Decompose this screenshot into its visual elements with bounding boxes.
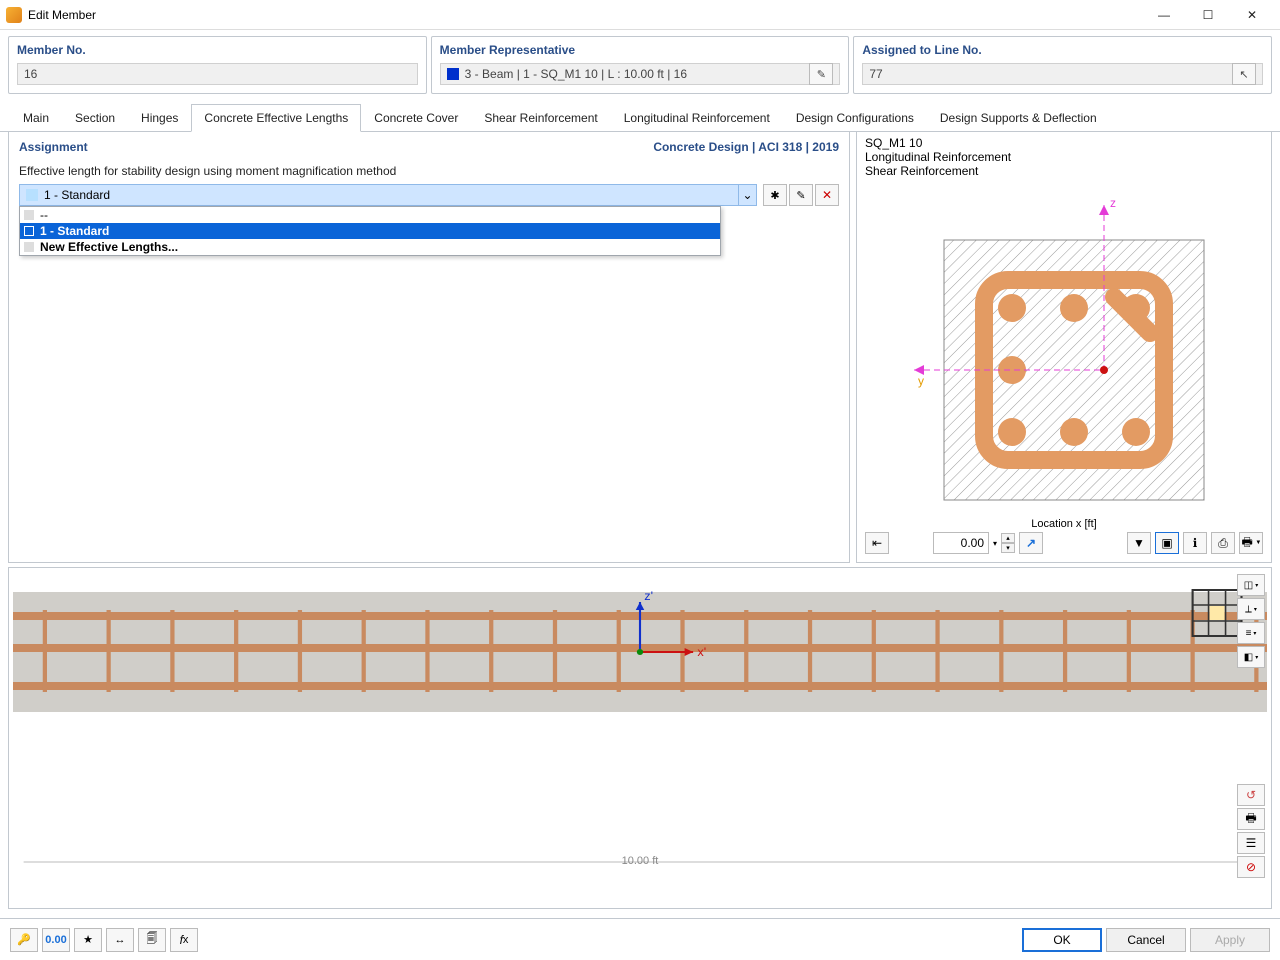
- member-no-label: Member No.: [17, 43, 418, 57]
- svg-text:x': x': [697, 645, 706, 659]
- combo-chevron-icon[interactable]: ⌄: [739, 184, 757, 206]
- print-view-button[interactable]: 🖶: [1237, 808, 1265, 830]
- reset-view-button[interactable]: ↺: [1237, 784, 1265, 806]
- tab-main[interactable]: Main: [10, 104, 62, 132]
- dropdown-item-none[interactable]: --: [20, 207, 720, 223]
- window-title: Edit Member: [28, 8, 1142, 22]
- clear-view-button[interactable]: ⊘: [1237, 856, 1265, 878]
- axis-y-label: y: [918, 374, 924, 388]
- dialog-footer: 🔑 0.00 ★ ↔ 🗐 fx OK Cancel Apply: [0, 918, 1280, 960]
- list-view-button[interactable]: ☰: [1237, 832, 1265, 854]
- section-name: SQ_M1 10: [865, 136, 1263, 150]
- tab-design-configurations[interactable]: Design Configurations: [783, 104, 927, 132]
- dropdown-item-standard[interactable]: 1 - Standard: [20, 223, 720, 239]
- combo-swatch: [26, 189, 38, 201]
- member-no-field[interactable]: 16: [17, 63, 418, 85]
- svg-text:z': z': [644, 589, 653, 603]
- new-item-button[interactable]: ✱: [763, 184, 787, 206]
- assigned-line-field[interactable]: 77 ↖: [862, 63, 1263, 85]
- close-button[interactable]: ✕: [1230, 1, 1274, 29]
- tab-design-supports-deflection[interactable]: Design Supports & Deflection: [927, 104, 1110, 132]
- tab-strip: Main Section Hinges Concrete Effective L…: [0, 96, 1280, 132]
- cross-section-view[interactable]: z y: [857, 182, 1271, 518]
- view-layers-button[interactable]: ≡: [1237, 622, 1265, 644]
- filter-icon[interactable]: ▼: [1127, 532, 1151, 554]
- export-icon[interactable]: ⎙: [1211, 532, 1235, 554]
- section-preview-pane: SQ_M1 10 Longitudinal Reinforcement Shea…: [856, 132, 1272, 563]
- app-icon: [6, 7, 22, 23]
- highlight-icon[interactable]: ▣: [1155, 532, 1179, 554]
- view-axis-button[interactable]: ⟂: [1237, 598, 1265, 620]
- rep-color-swatch: [447, 68, 459, 80]
- view-cube-button[interactable]: ◫: [1237, 574, 1265, 596]
- pick-line-button[interactable]: ↖: [1232, 63, 1256, 85]
- location-label: Location x [ft]: [857, 518, 1271, 530]
- tab-shear-reinforcement[interactable]: Shear Reinforcement: [471, 104, 610, 132]
- function-button[interactable]: fx: [170, 928, 198, 952]
- member-rep-panel: Member Representative 3 - Beam | 1 - SQ_…: [431, 36, 850, 94]
- help-button[interactable]: 🔑: [10, 928, 38, 952]
- tab-concrete-effective-lengths[interactable]: Concrete Effective Lengths: [191, 104, 361, 132]
- view-render-button[interactable]: ◧: [1237, 646, 1265, 668]
- minimize-button[interactable]: —: [1142, 1, 1186, 29]
- assignment-heading: Assignment: [19, 140, 88, 154]
- beam-view[interactable]: x' z': [13, 572, 1267, 872]
- effective-length-dropdown[interactable]: -- 1 - Standard New Effective Lengths...: [19, 206, 721, 256]
- assigned-line-label: Assigned to Line No.: [862, 43, 1263, 57]
- member-rep-label: Member Representative: [440, 43, 841, 57]
- ok-button[interactable]: OK: [1022, 928, 1102, 952]
- location-spinner[interactable]: ▴▾: [1001, 533, 1015, 553]
- axis-z-label: z: [1110, 196, 1116, 210]
- nav-button[interactable]: ↔: [106, 928, 134, 952]
- effective-length-combo[interactable]: 1 - Standard ⌄ ✱ ✎ ✕: [19, 184, 839, 206]
- favorite-button[interactable]: ★: [74, 928, 102, 952]
- rep-edit-button[interactable]: ✎: [809, 63, 833, 85]
- tab-concrete-cover[interactable]: Concrete Cover: [361, 104, 471, 132]
- dropdown-item-new[interactable]: New Effective Lengths...: [20, 239, 720, 255]
- design-standard-link[interactable]: Concrete Design | ACI 318 | 2019: [653, 140, 839, 154]
- beam-preview-panel: x' z' 10.00 ft ◫ ⟂ ≡ ◧ ↺ 🖶 ☰ ⊘: [8, 567, 1272, 909]
- tab-hinges[interactable]: Hinges: [128, 104, 191, 132]
- beam-length-label: 10.00 ft: [9, 855, 1271, 867]
- apply-button[interactable]: Apply: [1190, 928, 1270, 952]
- location-input[interactable]: [933, 532, 989, 554]
- print-icon[interactable]: 🖶 ▾: [1239, 532, 1263, 554]
- info-icon[interactable]: ℹ: [1183, 532, 1207, 554]
- assignment-pane: Assignment Concrete Design | ACI 318 | 2…: [8, 132, 850, 563]
- assigned-line-panel: Assigned to Line No. 77 ↖: [853, 36, 1272, 94]
- cancel-button[interactable]: Cancel: [1106, 928, 1186, 952]
- maximize-button[interactable]: ☐: [1186, 1, 1230, 29]
- units-button[interactable]: 0.00: [42, 928, 70, 952]
- assignment-description: Effective length for stability design us…: [19, 164, 839, 178]
- title-bar: Edit Member — ☐ ✕: [0, 0, 1280, 30]
- delete-item-button[interactable]: ✕: [815, 184, 839, 206]
- section-first-button[interactable]: ⇤: [865, 532, 889, 554]
- copy-button[interactable]: 🗐: [138, 928, 166, 952]
- member-rep-field[interactable]: 3 - Beam | 1 - SQ_M1 10 | L : 10.00 ft |…: [440, 63, 841, 85]
- section-longitudinal: Longitudinal Reinforcement: [865, 150, 1263, 164]
- tab-longitudinal-reinforcement[interactable]: Longitudinal Reinforcement: [611, 104, 783, 132]
- tab-section[interactable]: Section: [62, 104, 128, 132]
- edit-item-button[interactable]: ✎: [789, 184, 813, 206]
- go-button[interactable]: ↗: [1019, 532, 1043, 554]
- section-shear: Shear Reinforcement: [865, 164, 1263, 178]
- member-no-panel: Member No. 16: [8, 36, 427, 94]
